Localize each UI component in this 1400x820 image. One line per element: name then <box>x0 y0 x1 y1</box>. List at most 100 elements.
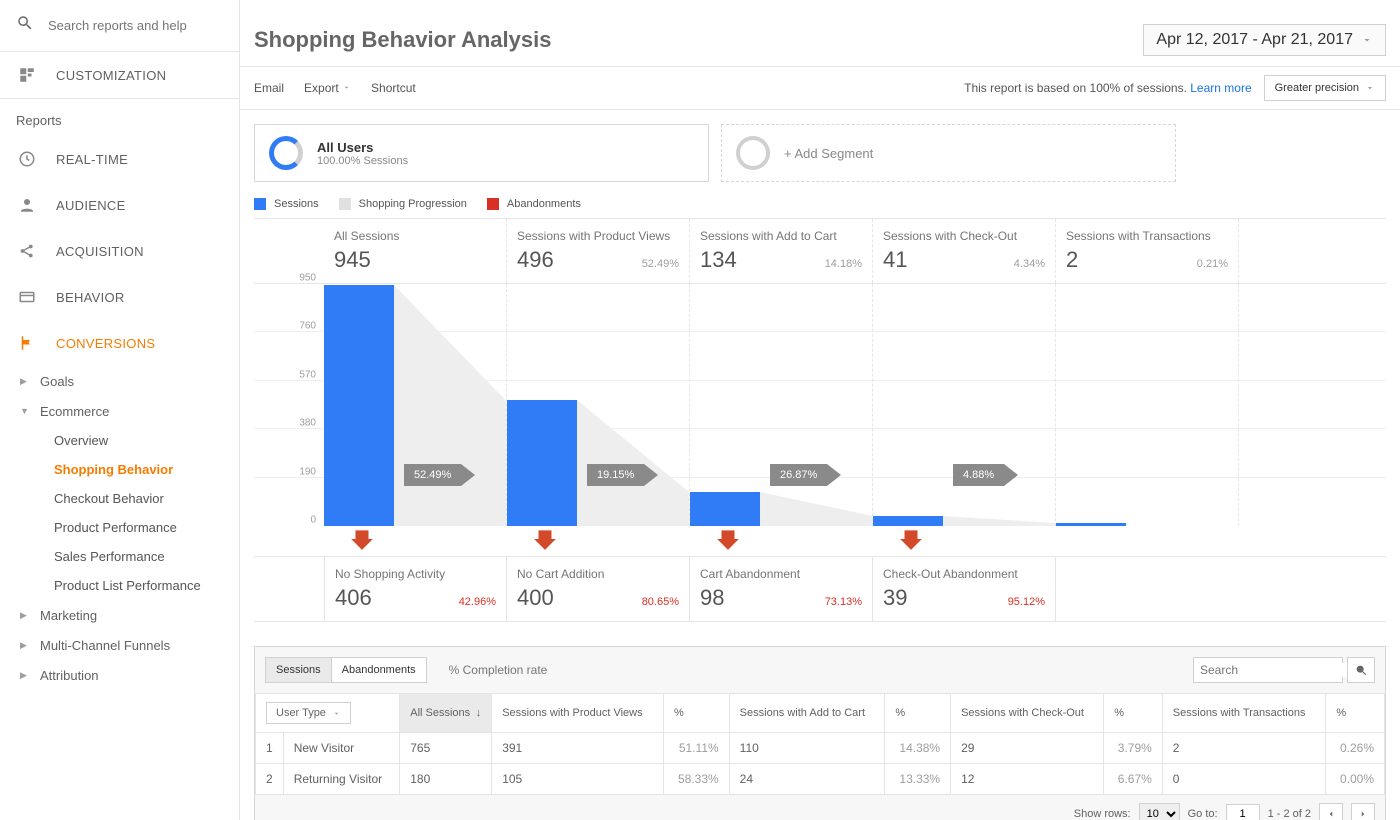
title-row: Shopping Behavior Analysis Apr 12, 2017 … <box>240 0 1400 66</box>
col-pct[interactable]: % <box>1326 694 1385 733</box>
segment-title: All Users <box>317 140 408 155</box>
col-pct[interactable]: % <box>885 694 951 733</box>
legend: Sessions Shopping Progression Abandonmen… <box>254 198 1386 210</box>
dropoff-cell[interactable]: No Shopping Activity 40642.96% <box>324 557 507 621</box>
funnel-chart: All Sessions 945 Sessions with Product V… <box>254 218 1386 622</box>
nav-customization[interactable]: CUSTOMIZATION <box>0 52 239 98</box>
tree-attribution[interactable]: ▶Attribution <box>16 660 239 690</box>
tree-ecommerce[interactable]: ▼Ecommerce <box>16 396 239 426</box>
tree-marketing[interactable]: ▶Marketing <box>16 600 239 630</box>
nav-label: CUSTOMIZATION <box>56 68 166 83</box>
down-arrow-icon <box>531 526 559 557</box>
col-all-sessions[interactable]: All Sessions↓ <box>400 694 492 733</box>
bar-sessions <box>690 492 760 526</box>
date-range-picker[interactable]: Apr 12, 2017 - Apr 21, 2017 <box>1143 24 1386 56</box>
search-row <box>0 0 239 52</box>
nav-label: REAL-TIME <box>56 152 128 167</box>
table-search-input[interactable] <box>1200 663 1355 677</box>
col-check-out[interactable]: Sessions with Check-Out <box>951 694 1104 733</box>
segment-subtitle: 100.00% Sessions <box>317 155 408 167</box>
segment-all-users[interactable]: All Users 100.00% Sessions <box>254 124 709 182</box>
pager-range: 1 - 2 of 2 <box>1268 808 1311 820</box>
search-icon <box>16 14 48 37</box>
search-input[interactable] <box>48 18 224 33</box>
nav-label: BEHAVIOR <box>56 290 125 305</box>
search-button[interactable] <box>1347 657 1375 683</box>
progression-pill: 26.87% <box>770 464 827 486</box>
table-row[interactable]: 2 Returning Visitor 180 105 58.33% 24 13… <box>256 764 1385 795</box>
person-icon <box>16 194 38 216</box>
leaf-checkout-behavior[interactable]: Checkout Behavior <box>16 484 239 513</box>
user-type-button[interactable]: User Type <box>266 702 351 724</box>
pager-prev-button[interactable] <box>1319 803 1343 820</box>
stage-header[interactable]: Sessions with Check-Out 414.34% <box>873 219 1056 283</box>
col-add-to-cart[interactable]: Sessions with Add to Cart <box>729 694 885 733</box>
shortcut-button[interactable]: Shortcut <box>371 81 416 95</box>
dropoff-cell[interactable]: Check-Out Abandonment 3995.12% <box>873 557 1056 621</box>
nav-conversions[interactable]: CONVERSIONS <box>0 320 239 366</box>
table-row[interactable]: 1 New Visitor 765 391 51.11% 110 14.38% … <box>256 733 1385 764</box>
content: All Users 100.00% Sessions + Add Segment… <box>240 110 1400 820</box>
table-section: Sessions Abandonments % Completion rate … <box>254 646 1386 820</box>
chevron-right-icon: ▶ <box>20 610 40 621</box>
segment-row: All Users 100.00% Sessions + Add Segment <box>254 124 1386 182</box>
progression-pill: 52.49% <box>404 464 461 486</box>
stage-header[interactable]: Sessions with Transactions 20.21% <box>1056 219 1239 283</box>
plot-col: 26.87% <box>690 284 873 526</box>
plot-col: 19.15% <box>507 284 690 526</box>
col-pct[interactable]: % <box>1104 694 1163 733</box>
chevron-right-icon: ▶ <box>20 376 40 387</box>
leaf-product-performance[interactable]: Product Performance <box>16 513 239 542</box>
page-title: Shopping Behavior Analysis <box>254 27 1143 53</box>
tab-sessions[interactable]: Sessions <box>265 657 332 683</box>
add-segment-label: + Add Segment <box>784 146 873 161</box>
sidebar: CUSTOMIZATION Reports REAL-TIME AUDIENCE… <box>0 0 240 820</box>
down-arrow-icon <box>348 526 376 557</box>
dropoff-cell[interactable]: Cart Abandonment 9873.13% <box>690 557 873 621</box>
tab-abandonments[interactable]: Abandonments <box>332 657 427 683</box>
learn-more-link[interactable]: Learn more <box>1190 81 1251 95</box>
goto-input[interactable] <box>1226 804 1260 820</box>
leaf-sales-performance[interactable]: Sales Performance <box>16 542 239 571</box>
main: Shopping Behavior Analysis Apr 12, 2017 … <box>240 0 1400 820</box>
tree-mcf[interactable]: ▶Multi-Channel Funnels <box>16 630 239 660</box>
ecommerce-children: Overview Shopping Behavior Checkout Beha… <box>16 426 239 600</box>
export-button[interactable]: Export <box>304 81 351 95</box>
leaf-overview[interactable]: Overview <box>16 426 239 455</box>
dropoff-cell[interactable]: No Cart Addition 40080.65% <box>507 557 690 621</box>
tree-goals[interactable]: ▶Goals <box>16 366 239 396</box>
stage-header[interactable]: All Sessions 945 <box>324 219 507 283</box>
precision-button[interactable]: Greater precision <box>1264 75 1386 101</box>
nav-realtime[interactable]: REAL-TIME <box>0 136 239 182</box>
nav-behavior[interactable]: BEHAVIOR <box>0 274 239 320</box>
chevron-down-icon: ▼ <box>20 406 40 416</box>
col-transactions[interactable]: Sessions with Transactions <box>1162 694 1326 733</box>
nav-acquisition[interactable]: ACQUISITION <box>0 228 239 274</box>
bar-sessions <box>324 285 394 526</box>
leaf-product-list-performance[interactable]: Product List Performance <box>16 571 239 600</box>
clock-icon <box>16 148 38 170</box>
dropoff-arrows <box>254 526 1386 556</box>
chevron-down-icon <box>342 83 351 92</box>
dashboard-icon <box>16 64 38 86</box>
nav-audience[interactable]: AUDIENCE <box>0 182 239 228</box>
table-search[interactable]: ⊗ <box>1193 657 1343 683</box>
leaf-shopping-behavior[interactable]: Shopping Behavior <box>16 455 239 484</box>
creditcard-icon <box>16 286 38 308</box>
stage-header[interactable]: Sessions with Product Views 49652.49% <box>507 219 690 283</box>
col-product-views[interactable]: Sessions with Product Views <box>492 694 664 733</box>
show-rows-select[interactable]: 10 <box>1139 803 1180 820</box>
legend-swatch-abandonments <box>487 198 499 210</box>
pager-next-button[interactable] <box>1351 803 1375 820</box>
nav-label: ACQUISITION <box>56 244 144 259</box>
down-arrow-icon <box>897 526 925 557</box>
flag-icon <box>16 332 38 354</box>
y-axis: 0 190 380 570 760 950 <box>254 284 324 526</box>
plot-col <box>1056 284 1239 526</box>
email-button[interactable]: Email <box>254 81 284 95</box>
stage-header[interactable]: Sessions with Add to Cart 13414.18% <box>690 219 873 283</box>
add-segment-button[interactable]: + Add Segment <box>721 124 1176 182</box>
chevron-right-icon: ▶ <box>20 640 40 651</box>
chevron-down-icon <box>1361 34 1373 46</box>
col-pct[interactable]: % <box>664 694 730 733</box>
